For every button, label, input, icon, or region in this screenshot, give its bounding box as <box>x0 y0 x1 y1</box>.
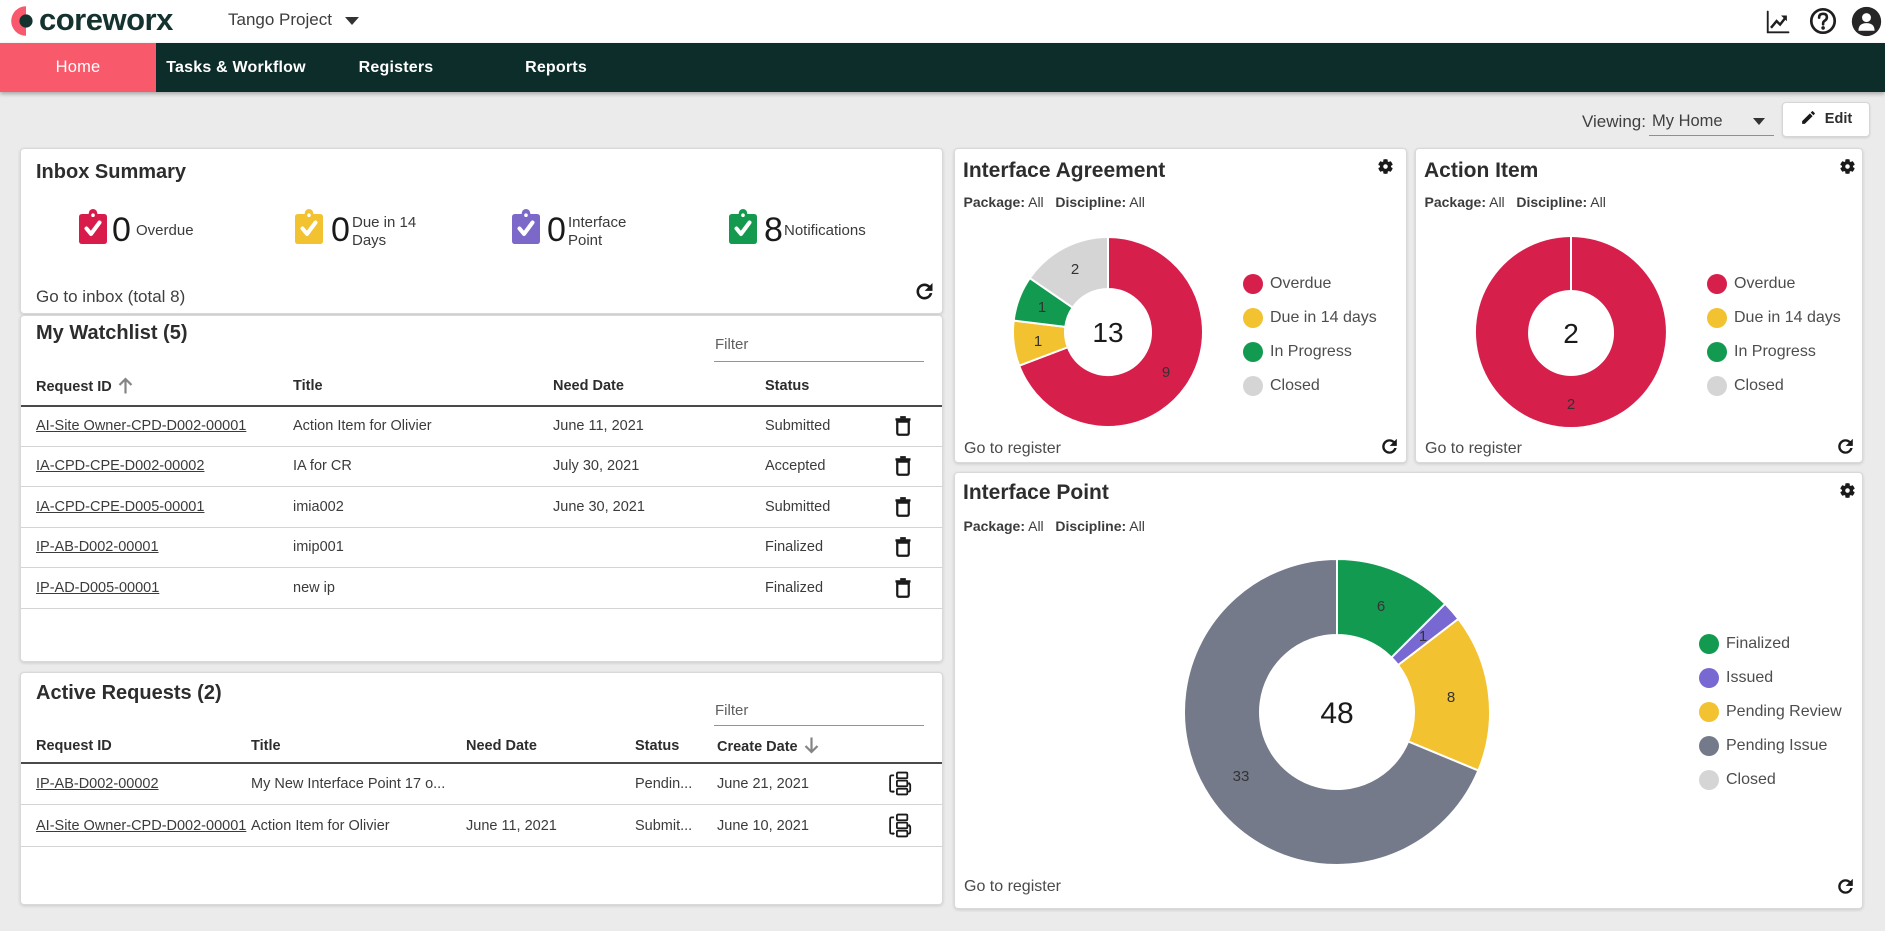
svg-text:9: 9 <box>1162 364 1170 381</box>
svg-text:33: 33 <box>1233 768 1250 785</box>
svg-text:2: 2 <box>1071 261 1079 278</box>
svg-text:1: 1 <box>1038 299 1046 316</box>
svg-text:1: 1 <box>1034 333 1042 350</box>
svg-text:6: 6 <box>1377 598 1385 615</box>
svg-text:48: 48 <box>1320 697 1353 730</box>
svg-text:2: 2 <box>1567 396 1575 413</box>
svg-text:1: 1 <box>1419 628 1427 645</box>
svg-text:8: 8 <box>1447 689 1455 706</box>
svg-text:13: 13 <box>1092 317 1123 348</box>
svg-text:2: 2 <box>1563 318 1579 349</box>
